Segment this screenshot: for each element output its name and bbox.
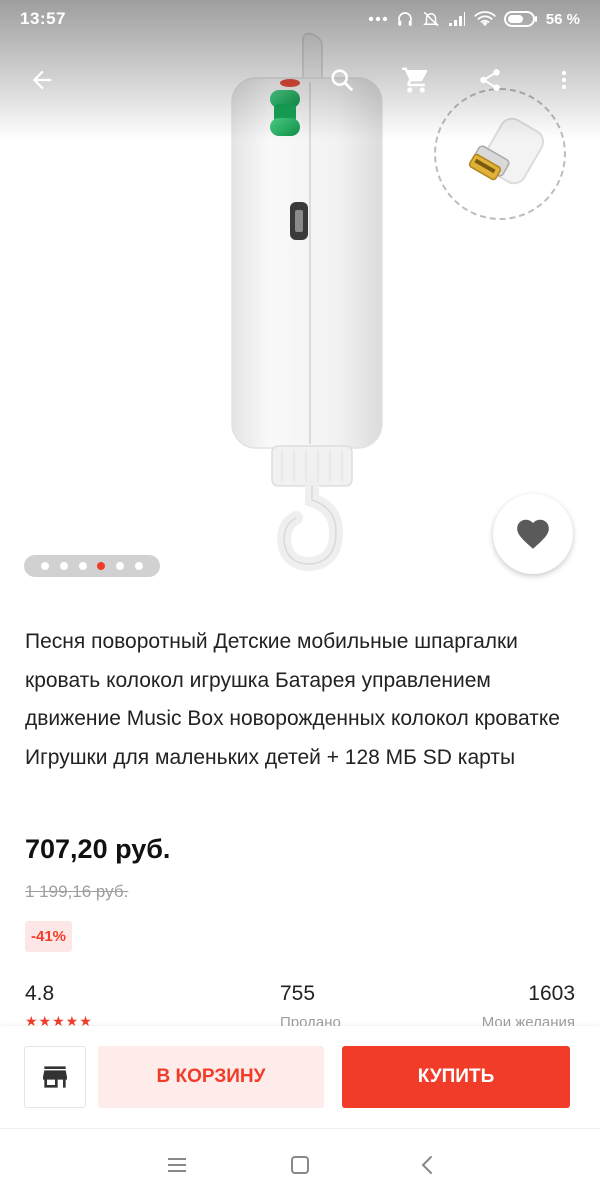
discount-badge: -41% [25,921,73,952]
gallery-pager [24,555,160,577]
signal-icon [448,11,466,27]
pager-dot [116,562,125,570]
action-bar: В КОРЗИНУ КУПИТЬ [0,1026,600,1128]
bell-muted-icon [422,10,440,28]
headphones-icon [396,10,414,28]
system-nav-bar [0,1128,600,1199]
wishlist-button[interactable] [493,494,573,574]
status-bar: 13:57 56 % [0,0,600,38]
product-gallery[interactable] [0,0,600,598]
battery-icon [503,10,538,28]
nav-back-icon[interactable] [413,1151,441,1179]
pager-dot [40,562,49,570]
wishes-value: 1603 [528,982,575,1005]
product-old-price: 1 199,16 руб. [25,882,129,901]
dots-icon [368,16,388,22]
pager-dot-active [97,562,106,570]
pager-dot [78,562,87,570]
home-icon[interactable] [286,1151,314,1179]
pager-dot [59,562,68,570]
wishes-label: Мои желания [481,1014,575,1026]
wishes-stat: 1603 Мои желания [482,980,575,1026]
back-arrow-icon[interactable] [22,60,62,100]
rating-stat[interactable]: 4.8 ★★★★★ [25,980,93,1026]
status-icons: 56 % [368,10,580,28]
rating-value: 4.8 [25,982,55,1005]
store-icon [43,1066,67,1088]
add-to-cart-button[interactable]: В КОРЗИНУ [98,1046,324,1108]
sold-stat: 755 Продано [280,980,341,1026]
cart-icon[interactable] [396,60,436,100]
wifi-icon [474,11,496,27]
status-time: 13:57 [20,9,66,28]
search-icon[interactable] [322,60,362,100]
share-icon[interactable] [470,60,510,100]
heart-icon [517,519,549,549]
menu-icon[interactable] [163,1151,191,1179]
product-stats: 4.8 ★★★★★ 755 Продано 1603 Мои желания [0,980,600,1026]
pager-dot [135,562,144,570]
product-title: Песня поворотный Детские мобильные шпарг… [25,630,560,769]
store-button[interactable] [24,1046,86,1108]
more-vert-icon[interactable] [544,60,584,100]
app-toolbar [0,46,600,114]
sold-label: Продано [280,1014,341,1026]
buy-now-button[interactable]: КУПИТЬ [342,1046,570,1108]
sold-value: 755 [280,982,316,1005]
rating-stars-icon: ★★★★★ [25,1013,93,1026]
product-price: 707,20 руб. [25,834,171,864]
battery-level: 56 % [545,10,580,28]
